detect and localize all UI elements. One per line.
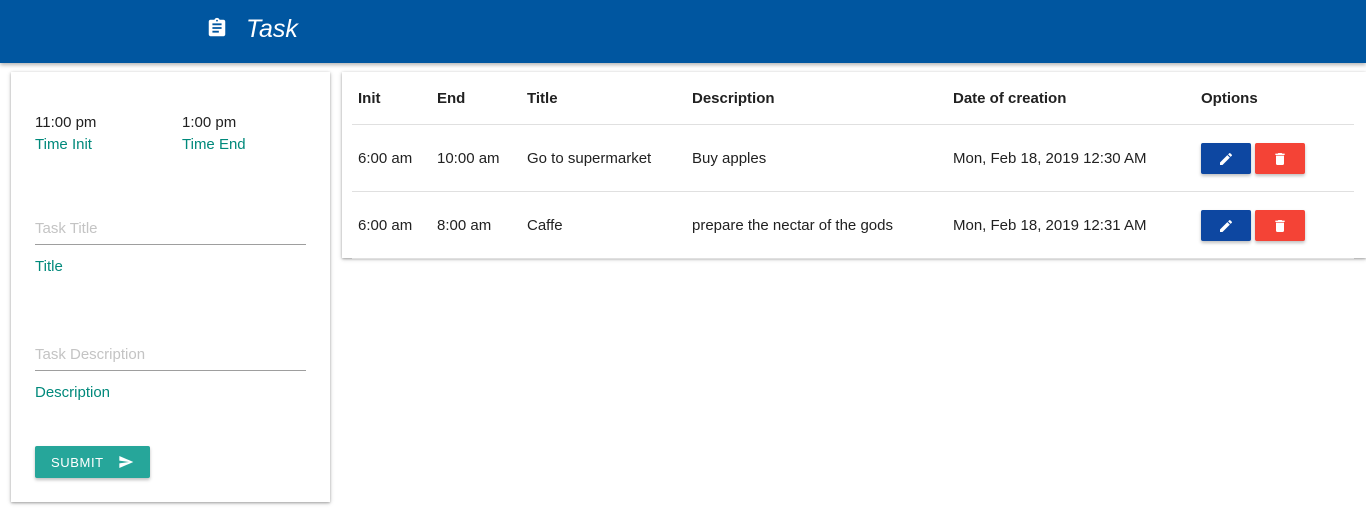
task-table: Init End Title Description Date of creat…: [352, 72, 1354, 259]
column-header-date: Date of creation: [947, 72, 1195, 125]
cell-init: 6:00 am: [352, 191, 431, 259]
trash-icon: [1275, 219, 1285, 232]
description-field: Description: [35, 339, 306, 401]
title-hint: Title: [35, 258, 63, 275]
delete-button[interactable]: [1255, 142, 1305, 174]
cell-init: 6:00 am: [352, 124, 431, 192]
column-header-options: Options: [1195, 72, 1354, 125]
task-table-card: Init End Title Description Date of creat…: [342, 72, 1366, 259]
delete-button[interactable]: [1255, 209, 1305, 241]
table-row: 6:00 am 10:00 am Go to supermarket Buy a…: [352, 124, 1354, 192]
cell-created: Mon, Feb 18, 2019 12:31 AM: [947, 191, 1195, 259]
cell-description: prepare the nectar of the gods: [686, 191, 947, 259]
column-header-title: Title: [521, 72, 686, 125]
cell-end: 8:00 am: [431, 191, 521, 259]
send-icon: [119, 456, 134, 468]
task-description-input[interactable]: [35, 339, 306, 371]
column-header-description: Description: [686, 72, 947, 125]
pencil-icon: [1220, 152, 1233, 165]
cell-title: Caffe: [521, 191, 686, 259]
app-bar: Task: [0, 0, 1366, 63]
clipboard-icon: [208, 17, 226, 37]
edit-button[interactable]: [1201, 142, 1251, 174]
cell-options: [1195, 191, 1354, 259]
submit-label: SUBMIT: [51, 454, 104, 470]
time-end-label: Time End: [182, 136, 246, 153]
cell-created: Mon, Feb 18, 2019 12:30 AM: [947, 124, 1195, 192]
time-init-picker[interactable]: 11:00 pm Time Init: [35, 114, 96, 154]
trash-icon: [1275, 152, 1285, 165]
cell-end: 10:00 am: [431, 124, 521, 192]
edit-button[interactable]: [1201, 209, 1251, 241]
task-title-input[interactable]: [35, 213, 306, 245]
table-header-row: Init End Title Description Date of creat…: [352, 72, 1354, 125]
pencil-icon: [1220, 219, 1233, 232]
time-end-value[interactable]: 1:00 pm: [182, 114, 246, 132]
submit-button[interactable]: SUBMIT: [35, 446, 150, 478]
column-header-init: Init: [352, 72, 431, 125]
column-header-end: End: [431, 72, 521, 125]
cell-options: [1195, 124, 1354, 192]
cell-description: Buy apples: [686, 124, 947, 192]
time-end-picker[interactable]: 1:00 pm Time End: [182, 114, 246, 154]
app-title: Task: [246, 15, 298, 43]
table-row: 6:00 am 8:00 am Caffe prepare the nectar…: [352, 191, 1354, 259]
cell-title: Go to supermarket: [521, 124, 686, 192]
time-init-label: Time Init: [35, 136, 92, 153]
description-hint: Description: [35, 384, 111, 401]
title-field: Title: [35, 213, 306, 275]
task-form-card: 11:00 pm Time Init 1:00 pm Time End Titl…: [11, 72, 330, 502]
time-init-value[interactable]: 11:00 pm: [35, 114, 96, 132]
